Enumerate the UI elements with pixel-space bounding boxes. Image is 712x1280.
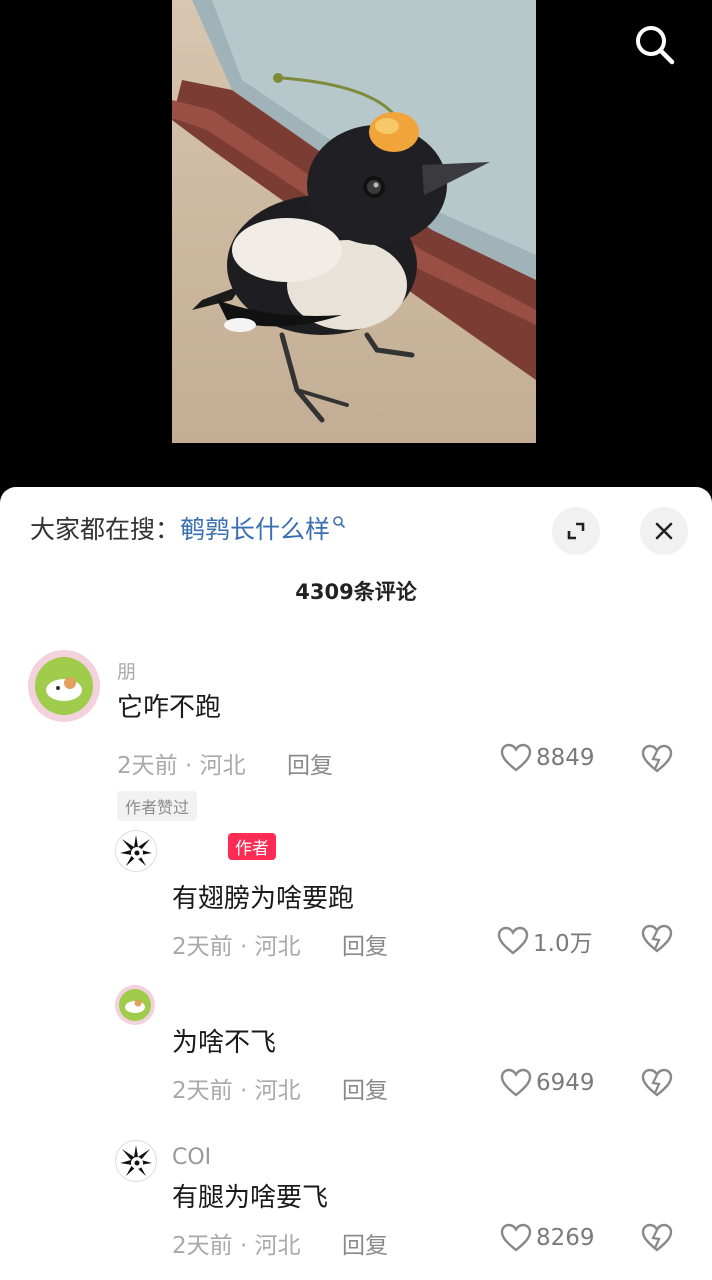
like-button[interactable]: 8269	[500, 1223, 595, 1253]
broken-heart-icon	[641, 744, 673, 773]
broken-heart-icon	[641, 1223, 673, 1252]
magpie-photo	[172, 0, 536, 443]
comment-meta: 2天前 · 河北	[172, 1078, 301, 1104]
like-button[interactable]: 8849	[500, 743, 595, 773]
reply-item: 作者 有翅膀为啥要跑 2天前 · 河北 回复 1.0万	[0, 825, 712, 965]
like-count: 1.0万	[533, 931, 593, 957]
like-button[interactable]: 6949	[500, 1068, 595, 1098]
close-icon	[655, 522, 673, 540]
avatar[interactable]	[115, 1140, 157, 1182]
like-button[interactable]: 1.0万	[497, 924, 593, 958]
heart-icon	[497, 926, 529, 955]
reply-button[interactable]: 回复	[287, 746, 333, 780]
like-count: 6949	[536, 1070, 595, 1096]
author-badge: 作者	[228, 833, 276, 860]
comment-sheet: 大家都在搜：鹌鹑长什么样 4309条评论 朋 它咋不跑 2天前 · 河北 回复 …	[0, 487, 712, 1280]
reply-button[interactable]: 回复	[342, 1226, 388, 1260]
reply-item: 为啥不飞 2天前 · 河北 回复 6949	[0, 980, 712, 1120]
dislike-button[interactable]	[641, 924, 673, 958]
search-button[interactable]	[628, 20, 680, 68]
suggestion-prefix: 大家都在搜：	[30, 515, 181, 544]
comment-meta: 2天前 · 河北	[172, 934, 301, 960]
avatar-image	[120, 835, 152, 866]
reply-item: COI 有腿为啥要飞 2天前 · 河北 回复 8269	[0, 1135, 712, 1280]
reply-button[interactable]: 回复	[342, 927, 388, 961]
avatar[interactable]	[115, 985, 155, 1025]
comment-meta: 2天前 · 河北	[172, 1233, 301, 1259]
comment-text: 有翅膀为啥要跑	[172, 884, 355, 914]
dislike-button[interactable]	[641, 744, 673, 778]
comment-meta: 2天前 · 河北	[117, 753, 246, 779]
video-area[interactable]	[0, 0, 712, 500]
avatar-image	[120, 1145, 152, 1176]
comment-text: 它咋不跑	[117, 693, 222, 723]
heart-icon	[500, 1223, 532, 1252]
expand-icon	[567, 522, 585, 540]
expand-button[interactable]	[552, 507, 600, 555]
comment-text: 有腿为啥要飞	[172, 1183, 329, 1213]
reply-button[interactable]: 回复	[342, 1071, 388, 1105]
comment-text: 为啥不飞	[172, 1028, 277, 1058]
like-count: 8269	[536, 1225, 595, 1251]
avatar[interactable]	[115, 830, 157, 872]
suggestion-link[interactable]: 鹌鹑长什么样	[180, 515, 330, 544]
heart-icon	[500, 1068, 532, 1097]
dislike-button[interactable]	[641, 1223, 673, 1257]
broken-heart-icon	[641, 924, 673, 953]
avatar-image	[35, 657, 93, 715]
heart-icon	[500, 743, 532, 772]
avatar-image	[119, 989, 151, 1021]
small-search-icon	[333, 516, 346, 529]
dislike-button[interactable]	[641, 1068, 673, 1102]
username[interactable]: 朋	[117, 657, 136, 684]
comment-count: 4309条评论	[295, 580, 417, 604]
search-icon[interactable]	[628, 20, 680, 68]
username[interactable]: COI	[172, 1145, 211, 1170]
like-count: 8849	[536, 745, 595, 771]
search-suggestion: 大家都在搜：鹌鹑长什么样	[30, 513, 346, 547]
magpie-illustration	[172, 0, 536, 423]
comment-item: 朋 它咋不跑 2天前 · 河北 回复 8849 作者赞过	[0, 647, 712, 821]
author-liked-badge: 作者赞过	[117, 791, 198, 821]
broken-heart-icon	[641, 1068, 673, 1097]
close-button[interactable]	[640, 507, 688, 555]
avatar[interactable]	[28, 650, 100, 722]
